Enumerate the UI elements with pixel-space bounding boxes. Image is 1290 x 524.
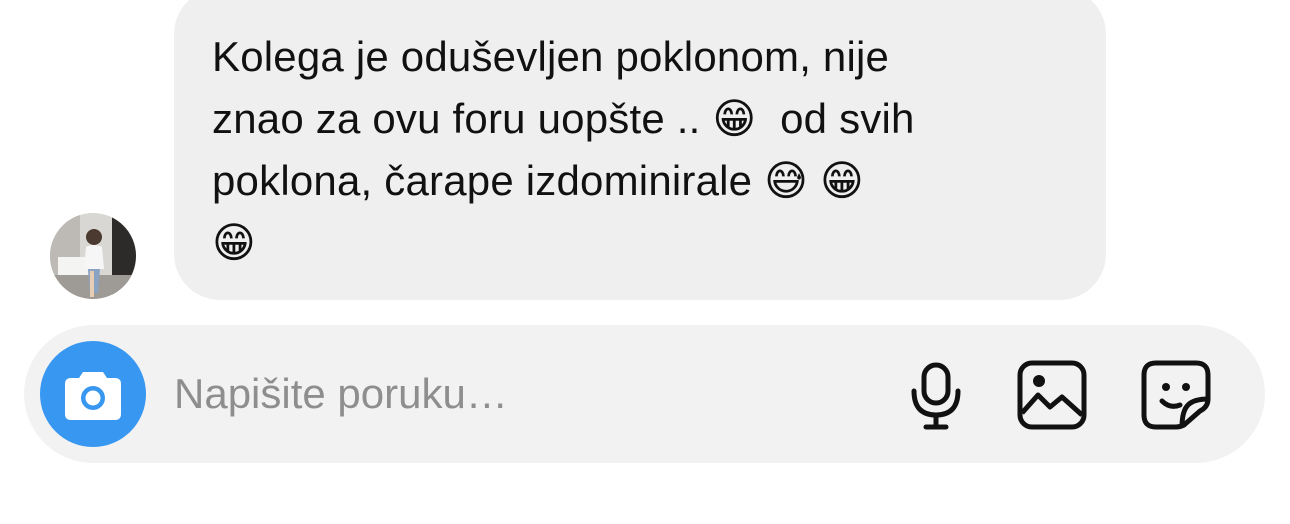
microphone-icon (911, 362, 961, 430)
message-input[interactable] (174, 359, 874, 429)
sticker-button[interactable] (1140, 359, 1212, 431)
gallery-button[interactable] (1016, 359, 1088, 431)
image-gallery-icon (1017, 360, 1087, 430)
incoming-message-row: Kolega je oduševljen poklonom, nije znao… (0, 0, 1290, 310)
camera-button[interactable] (40, 341, 146, 447)
sticker-icon (1141, 360, 1211, 430)
message-composer (24, 325, 1265, 463)
sender-avatar[interactable] (50, 213, 136, 299)
voice-message-button[interactable] (900, 359, 972, 431)
camera-icon (65, 372, 121, 420)
message-bubble[interactable]: Kolega je oduševljen poklonom, nije znao… (174, 0, 1106, 300)
message-text: Kolega je oduševljen poklonom, nije znao… (212, 33, 915, 266)
